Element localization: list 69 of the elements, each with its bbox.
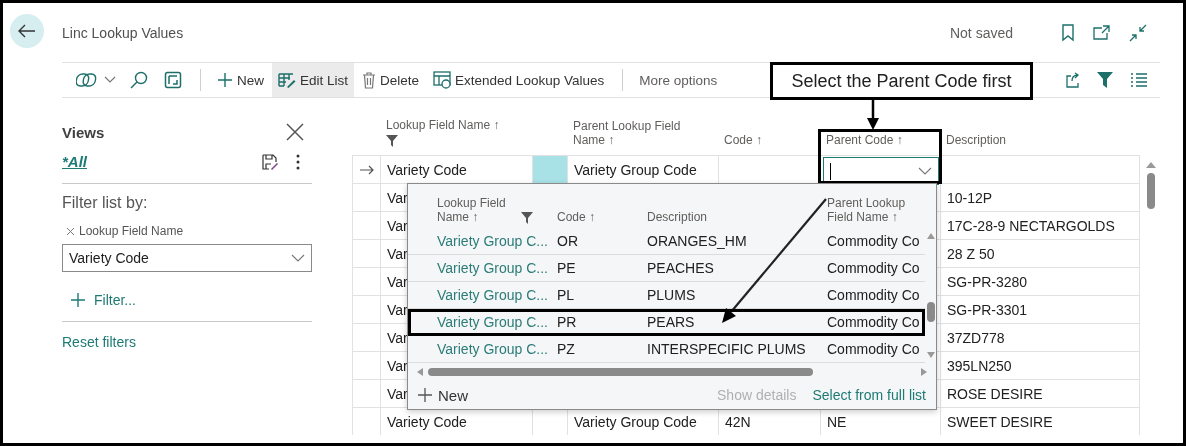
table-cell: PZ <box>557 341 575 357</box>
toolbar-button[interactable]: Delete <box>356 63 426 97</box>
add-filter-button[interactable]: Filter... <box>70 292 136 308</box>
column-header[interactable]: Lookup Field Name ↑ <box>386 118 500 132</box>
table-cell[interactable]: Variety Group C... <box>437 314 548 330</box>
column-header[interactable]: Description <box>946 133 1007 147</box>
table-cell: PEACHES <box>647 260 714 276</box>
table-cell: PR <box>557 314 577 330</box>
views-heading: Views <box>62 123 105 141</box>
save-status: Not saved <box>949 24 1013 41</box>
table-cell: Commodity Co <box>827 260 920 276</box>
table-cell: Variety Group Code <box>574 161 697 178</box>
table-cell[interactable]: Variety Group C... <box>437 287 548 303</box>
table-cell: SG-PR-3280 <box>947 273 1028 290</box>
filter-value-dropdown[interactable]: Variety Code <box>62 244 312 272</box>
column-header[interactable]: Code ↑ <box>557 210 596 224</box>
table-cell: Commodity Co <box>827 341 920 357</box>
table-cell[interactable]: Variety Group C... <box>437 233 548 249</box>
table-cell: 10-12P <box>947 189 993 206</box>
table-cell: PE <box>557 260 576 276</box>
table-cell: SWEET DESIRE <box>947 413 1053 430</box>
filter-heading: Filter list by: <box>62 194 149 212</box>
table-cell: OR <box>557 233 578 249</box>
toolbar-button[interactable]: New <box>211 63 270 97</box>
column-header[interactable]: Code ↑ <box>724 133 763 147</box>
toolbar-button[interactable]: Extended Lookup Values <box>427 63 611 97</box>
reset-filters-link[interactable]: Reset filters <box>62 334 136 350</box>
table-cell: SG-PR-3301 <box>947 301 1028 318</box>
table-cell: 42N <box>725 413 751 430</box>
table-cell: Var <box>387 357 408 374</box>
table-cell: PEARS <box>647 314 695 330</box>
table-cell: Commodity Co <box>827 233 920 249</box>
table-cell: ROSE DESIRE <box>947 385 1043 402</box>
table-cell: Variety Code <box>387 161 467 178</box>
page-title: Linc Lookup Values <box>62 24 184 41</box>
popup-link[interactable]: Select from full list <box>812 387 926 403</box>
table-cell: Var <box>387 217 408 234</box>
table-cell: INTERSPECIFIC PLUMS <box>647 341 806 357</box>
table-cell: Var <box>387 329 408 346</box>
column-header[interactable]: Description <box>647 210 708 224</box>
column-header[interactable]: Parent Lookup Field Name ↑ <box>827 196 913 224</box>
table-cell: 395LN250 <box>947 357 1012 374</box>
column-header[interactable]: Parent Lookup Field Name ↑ <box>573 119 693 147</box>
table-cell: Var <box>387 189 408 206</box>
table-cell: ORANGES_HM <box>647 233 747 249</box>
table-cell: 28 Z 50 <box>947 245 995 262</box>
toolbar-button[interactable]: Edit List <box>272 63 355 97</box>
table-cell[interactable]: Variety Group C... <box>437 341 548 357</box>
table-cell: NE <box>827 413 847 430</box>
table-cell: PL <box>557 287 575 303</box>
table-cell: Var <box>387 245 408 262</box>
table-cell: PLUMS <box>647 287 696 303</box>
table-cell: Var <box>387 301 408 318</box>
table-cell: Variety Group Code <box>574 413 697 430</box>
column-header[interactable]: Parent Code ↑ <box>826 133 903 147</box>
more-options-button[interactable]: More options <box>633 63 724 97</box>
table-cell: Variety Code <box>387 413 467 430</box>
column-header[interactable]: Lookup Field Name ↑ <box>437 196 517 224</box>
table-cell: Var <box>387 385 408 402</box>
table-cell: Commodity Co <box>827 314 920 330</box>
view-link[interactable]: *All <box>62 153 87 170</box>
table-cell: Commodity Co <box>827 287 920 303</box>
new-button[interactable]: New <box>418 386 468 404</box>
table-cell: 37ZD778 <box>947 329 1005 346</box>
callout: Select the Parent Code first <box>770 62 1033 100</box>
table-cell[interactable]: Variety Group C... <box>437 260 548 276</box>
table-cell: Var <box>387 273 408 290</box>
table-cell: 17C-28-9 NECTARGOLDS <box>947 217 1115 234</box>
filter-field-label: Lookup Field Name <box>79 224 184 238</box>
